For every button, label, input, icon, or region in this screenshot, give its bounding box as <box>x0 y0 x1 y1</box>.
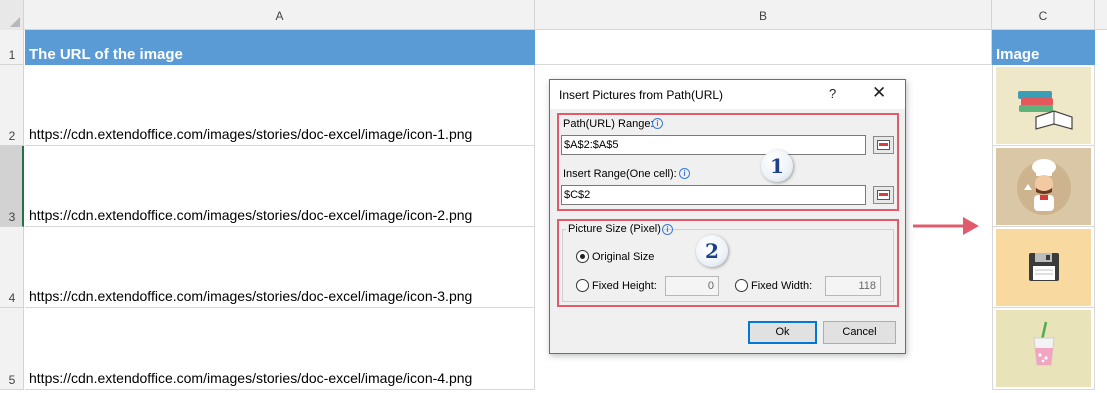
row-header-2[interactable]: 2 <box>0 65 24 146</box>
floppy-disk-icon <box>1029 253 1059 281</box>
cell-b1[interactable] <box>535 30 992 65</box>
chef-icon <box>1017 159 1071 215</box>
insert-range-label: Insert Range(One cell): <box>563 168 677 180</box>
ok-button[interactable]: Ok <box>748 321 817 344</box>
cell-c1-header[interactable]: Image <box>992 30 1095 65</box>
original-size-label[interactable]: Original Size <box>592 251 654 263</box>
inserted-image-1[interactable] <box>996 67 1091 144</box>
row-header-1[interactable]: 1 <box>0 30 24 65</box>
original-size-radio[interactable] <box>576 250 589 263</box>
column-header-a[interactable]: A <box>25 0 535 30</box>
url-text: https://cdn.extendoffice.com/images/stor… <box>29 126 473 142</box>
info-icon[interactable]: i <box>652 118 663 129</box>
cell-a2[interactable]: https://cdn.extendoffice.com/images/stor… <box>25 65 535 146</box>
arrow-right-icon <box>913 217 979 235</box>
select-all-triangle-icon <box>10 17 20 27</box>
insert-pictures-dialog: Insert Pictures from Path(URL) ? ✕ Path(… <box>549 79 906 354</box>
row-header-3[interactable]: 3 <box>0 146 24 227</box>
step-2-badge: 2 <box>696 235 728 267</box>
fixed-width-radio[interactable] <box>735 279 748 292</box>
inserted-image-2[interactable] <box>996 148 1091 225</box>
cell-a5[interactable]: https://cdn.extendoffice.com/images/stor… <box>25 308 535 390</box>
fixed-height-label[interactable]: Fixed Height: <box>592 280 657 292</box>
inserted-image-3[interactable] <box>996 229 1091 306</box>
row-header-4[interactable]: 4 <box>0 227 24 308</box>
picture-size-label: Picture Size (Pixel) <box>566 223 663 235</box>
url-text: https://cdn.extendoffice.com/images/stor… <box>29 288 473 304</box>
inserted-image-4[interactable] <box>996 310 1091 387</box>
path-range-input[interactable]: $A$2:$A$5 <box>561 135 866 155</box>
books-icon <box>1018 91 1073 130</box>
step-1-badge: 1 <box>761 150 793 182</box>
dialog-title: Insert Pictures from Path(URL) <box>559 88 724 102</box>
info-icon[interactable]: i <box>662 224 673 235</box>
info-icon[interactable]: i <box>679 168 690 179</box>
fixed-height-input[interactable]: 0 <box>665 276 719 296</box>
select-all-corner[interactable] <box>0 0 24 30</box>
help-button[interactable]: ? <box>829 86 836 101</box>
path-range-select-button[interactable] <box>873 136 894 154</box>
path-range-label: Path(URL) Range: <box>563 118 654 130</box>
url-text: https://cdn.extendoffice.com/images/stor… <box>29 207 473 223</box>
insert-range-select-button[interactable] <box>873 186 894 204</box>
column-header-b[interactable]: B <box>535 0 992 30</box>
insert-range-input[interactable]: $C$2 <box>561 185 866 205</box>
close-button[interactable]: ✕ <box>872 83 886 103</box>
dialog-title-bar[interactable]: Insert Pictures from Path(URL) ? ✕ <box>550 80 905 109</box>
fixed-width-input[interactable]: 118 <box>825 276 881 296</box>
cell-a1-header[interactable]: The URL of the image <box>25 30 535 65</box>
cell-a4[interactable]: https://cdn.extendoffice.com/images/stor… <box>25 227 535 308</box>
cell-a3[interactable]: https://cdn.extendoffice.com/images/stor… <box>25 146 535 227</box>
drink-icon <box>1033 321 1055 366</box>
url-text: https://cdn.extendoffice.com/images/stor… <box>29 370 473 386</box>
fixed-width-label[interactable]: Fixed Width: <box>751 280 812 292</box>
cancel-button[interactable]: Cancel <box>823 321 896 344</box>
column-header-c[interactable]: C <box>992 0 1095 30</box>
column-header-row: A B C <box>0 0 1107 30</box>
fixed-height-radio[interactable] <box>576 279 589 292</box>
row-header-5[interactable]: 5 <box>0 308 24 390</box>
